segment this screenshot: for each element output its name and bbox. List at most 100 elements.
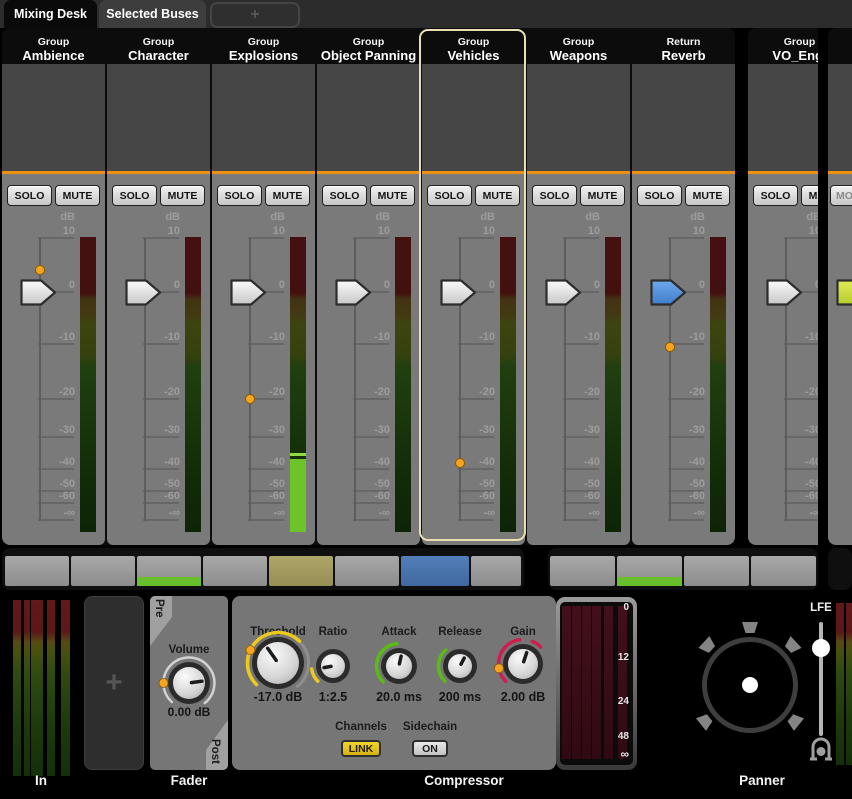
input-meter: [0, 592, 84, 799]
solo-button[interactable]: SOLO: [427, 185, 472, 206]
overview-block[interactable]: [401, 556, 469, 586]
scale-tick: [38, 502, 74, 504]
gr-scale-label: 24: [600, 696, 629, 707]
strip-contents-area: [748, 64, 818, 171]
input-meter-bar: [24, 600, 30, 776]
strip-contents-area: [317, 64, 420, 171]
strip-contents-area: [2, 64, 105, 171]
overview-block[interactable]: [269, 556, 333, 586]
level-meter: [710, 237, 726, 532]
fader-handle[interactable]: [440, 279, 477, 306]
db-unit-label: dB: [555, 211, 600, 224]
scale-tick: [458, 502, 494, 504]
overview-block[interactable]: [617, 556, 682, 586]
solo-button[interactable]: SOLO: [637, 185, 682, 206]
scale-tick-label: -40: [345, 456, 390, 469]
mute-button[interactable]: MUTE: [55, 185, 100, 206]
overview-block[interactable]: [335, 556, 399, 586]
solo-button[interactable]: SOLO: [7, 185, 52, 206]
scale-tick: [353, 398, 389, 400]
mixer-overview-group: [548, 548, 818, 590]
mute-button[interactable]: MUTE: [801, 185, 818, 206]
scale-tick: [668, 502, 704, 504]
scale-tick: [38, 237, 74, 239]
strip-type: Return: [632, 36, 735, 48]
gr-scale-label: 0: [600, 602, 629, 613]
lfe-slider-handle[interactable]: [812, 639, 830, 657]
tab-selected-buses[interactable]: Selected Buses: [99, 0, 206, 28]
scale-tick: [668, 398, 704, 400]
mute-button[interactable]: MUTE: [580, 185, 625, 206]
fader-handle[interactable]: [20, 279, 57, 306]
fader-handle[interactable]: [545, 279, 582, 306]
fader-handle[interactable]: [230, 279, 267, 306]
scale-tick: [248, 436, 284, 438]
solo-button[interactable]: SOLO: [322, 185, 367, 206]
mixing-desk-window: Mixing Desk Selected Buses + In + Pre Po…: [0, 0, 852, 799]
mono-button[interactable]: MO: [830, 185, 852, 206]
scale-tick-label: -∞: [30, 507, 75, 520]
fader-handle[interactable]: [766, 279, 803, 306]
scale-tick: [143, 343, 179, 345]
scale-tick-label: -60: [240, 490, 285, 503]
scale-tick-label: -40: [240, 456, 285, 469]
release-knob[interactable]: [432, 638, 488, 694]
gain-knob[interactable]: [492, 633, 554, 695]
scale-tick-label: 10: [30, 225, 75, 238]
overview-block[interactable]: [71, 556, 135, 586]
input-meter-bar: [61, 600, 70, 776]
scale-tick-label: -10: [555, 331, 600, 344]
ratio-knob[interactable]: [305, 638, 361, 694]
add-tab-button[interactable]: +: [210, 2, 300, 28]
fader-handle[interactable]: [836, 279, 852, 306]
scale-tick-label: -10: [240, 331, 285, 344]
overview-block[interactable]: [471, 556, 521, 586]
scale-tick: [784, 436, 818, 438]
scale-tick: [668, 519, 704, 521]
volume-knob-value: 0.00 dB: [150, 705, 228, 719]
overview-block[interactable]: [203, 556, 267, 586]
mute-button[interactable]: MUTE: [370, 185, 415, 206]
mute-button[interactable]: MUTE: [160, 185, 205, 206]
solo-button[interactable]: SOLO: [532, 185, 577, 206]
overview-block[interactable]: [5, 556, 69, 586]
scale-tick: [784, 237, 818, 239]
solo-button[interactable]: SOLO: [112, 185, 157, 206]
overview-block[interactable]: [751, 556, 816, 586]
overview-block[interactable]: [550, 556, 615, 586]
mute-button[interactable]: MUTE: [265, 185, 310, 206]
db-unit-label: dB: [240, 211, 285, 224]
scale-tick-label: 10: [345, 225, 390, 238]
scale-tick-label: -30: [450, 424, 495, 437]
solo-button[interactable]: SOLO: [753, 185, 798, 206]
overview-block[interactable]: [684, 556, 749, 586]
scale-tick-label: -60: [555, 490, 600, 503]
mute-button[interactable]: MUTE: [685, 185, 730, 206]
attack-knob[interactable]: [370, 637, 428, 695]
pre-tab-label: Pre: [153, 599, 165, 618]
fader-handle[interactable]: [125, 279, 162, 306]
tab-mixing-desk[interactable]: Mixing Desk: [4, 0, 97, 28]
input-meter-bar: [37, 600, 43, 776]
fader-handle[interactable]: [335, 279, 372, 306]
scale-tick-label: -20: [345, 386, 390, 399]
solo-button[interactable]: SOLO: [217, 185, 262, 206]
overview-block[interactable]: [137, 556, 201, 586]
gain-reduction-meter-display: 0122448∞: [560, 602, 633, 765]
scale-tick-label: -40: [30, 456, 75, 469]
scale-tick-label: -20: [30, 386, 75, 399]
level-meter: [605, 237, 621, 532]
insert-effect-slot[interactable]: +: [84, 596, 144, 770]
mute-button[interactable]: MUTE: [475, 185, 520, 206]
strip-type: Group: [748, 36, 818, 48]
scale-tick: [458, 468, 494, 470]
gr-scale-label: ∞: [600, 747, 629, 761]
strip-contents-area: [422, 64, 525, 171]
scale-tick-label: -30: [776, 424, 818, 437]
channels-link-button[interactable]: LINK: [341, 740, 381, 757]
level-meter: [185, 237, 201, 532]
sidechain-on-button[interactable]: ON: [412, 740, 448, 757]
strip-name: Ambience: [2, 48, 105, 63]
fader-handle[interactable]: [650, 279, 687, 306]
scale-tick-label: -40: [555, 456, 600, 469]
